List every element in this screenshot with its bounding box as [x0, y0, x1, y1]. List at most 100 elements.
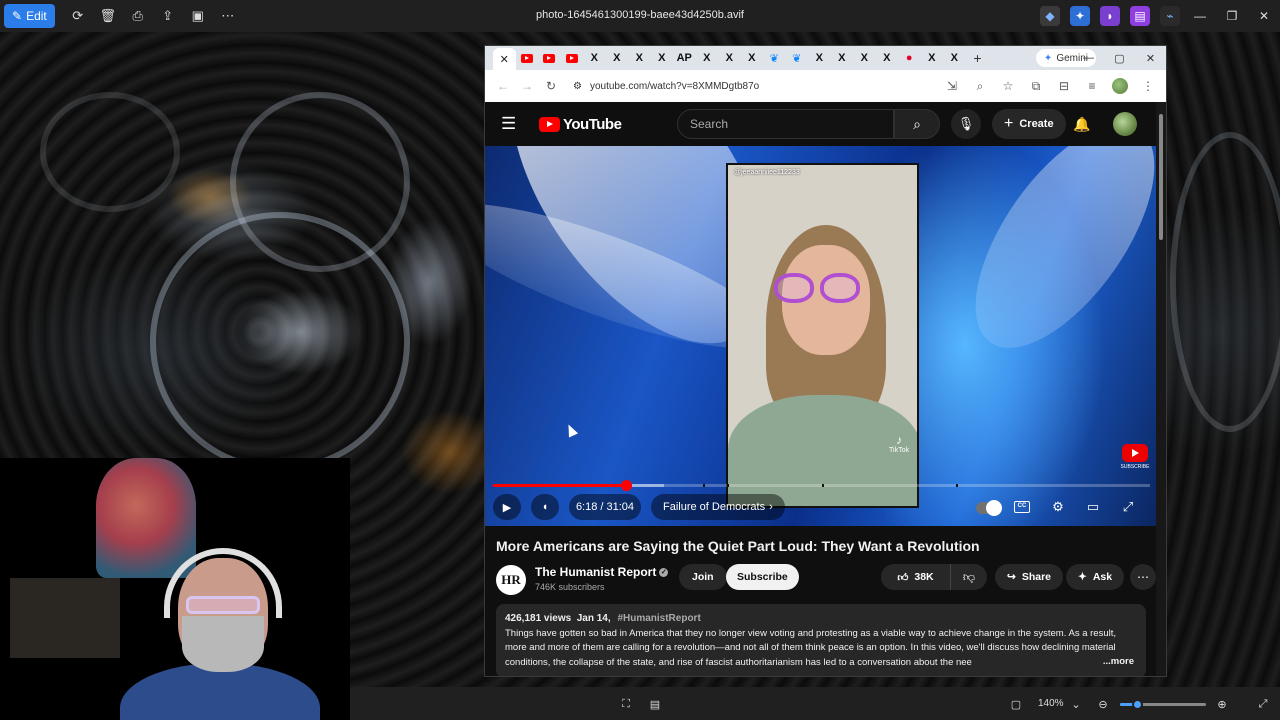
search-button[interactable]: ⌕	[894, 109, 940, 139]
youtube-logo[interactable]: YouTube	[539, 116, 622, 133]
print-icon[interactable]: ⎙	[123, 4, 153, 28]
install-icon[interactable]: ⇲	[940, 74, 964, 98]
theater-mode-button[interactable]: ▭	[1082, 496, 1104, 518]
extension-icon[interactable]: ▤	[1130, 6, 1150, 26]
voice-search-button[interactable]: 🎙	[951, 109, 981, 139]
back-icon[interactable]: ←	[491, 74, 515, 98]
profile-icon[interactable]	[1108, 74, 1132, 98]
youtube-page: ☰ YouTube ⌕ 🎙 + Create 🔔	[485, 102, 1158, 676]
reload-icon[interactable]: ↻	[539, 74, 563, 98]
tab-ap[interactable]: AP	[673, 48, 696, 68]
subtitles-button[interactable]: CC	[1011, 496, 1033, 518]
create-button[interactable]: + Create	[992, 109, 1066, 139]
minimize-icon[interactable]: —	[1184, 0, 1216, 32]
chevron-down-icon[interactable]: ⌄	[1068, 696, 1084, 712]
settings-button[interactable]: ⚙	[1047, 496, 1069, 518]
extension-icon[interactable]: ✦	[1070, 6, 1090, 26]
tab-x[interactable]: X	[741, 48, 764, 68]
filmstrip-icon[interactable]: ▤	[647, 696, 663, 712]
tab-x[interactable]: X	[943, 48, 966, 68]
forward-icon[interactable]: →	[515, 74, 539, 98]
extension-icon[interactable]: ◗	[1100, 6, 1120, 26]
maximize-icon[interactable]: ▢	[1104, 46, 1135, 70]
pinterest-icon: ●	[905, 52, 913, 64]
channel-name-link[interactable]: The Humanist Report ✓	[535, 565, 669, 579]
zoom-slider[interactable]	[1120, 699, 1206, 710]
crop-icon[interactable]: ⛶	[618, 696, 634, 712]
share-icon[interactable]: ⇪	[153, 4, 183, 28]
wifi-off-icon[interactable]: ⌁	[1160, 6, 1180, 26]
tab-x[interactable]: X	[876, 48, 899, 68]
rotate-icon[interactable]: ⟳	[63, 4, 93, 28]
tab-bluesky[interactable]: ❦	[786, 48, 809, 68]
tab-pinterest[interactable]: ●	[898, 48, 921, 68]
channel-avatar[interactable]: HR	[496, 565, 526, 595]
minimize-icon[interactable]: —	[1073, 46, 1104, 70]
description-box[interactable]: 426,181 views Jan 14, #HumanistReport Th…	[496, 604, 1146, 676]
notifications-button[interactable]: 🔔	[1068, 110, 1096, 138]
tab-x[interactable]: X	[606, 48, 629, 68]
zoom-icon[interactable]: ⌕	[968, 74, 992, 98]
split-view-icon[interactable]: ⊟	[1052, 74, 1076, 98]
play-button[interactable]: ▶	[493, 494, 521, 520]
maximize-icon[interactable]: ❐	[1216, 0, 1248, 32]
more-icon[interactable]: ⋯	[213, 4, 243, 28]
tab-x[interactable]: X	[718, 48, 741, 68]
extensions-icon[interactable]: ⧉	[1024, 74, 1048, 98]
slideshow-icon[interactable]: ▣	[183, 4, 213, 28]
delete-icon[interactable]: 🗑	[93, 4, 123, 28]
more-actions-button[interactable]: ⋯	[1130, 564, 1156, 590]
tab-bluesky[interactable]: ❦	[763, 48, 786, 68]
dislike-button[interactable]: 👎︎	[951, 570, 987, 585]
collections-icon[interactable]: ≡	[1080, 74, 1104, 98]
zoom-out-icon[interactable]: ⊖	[1095, 696, 1111, 712]
zoom-value[interactable]: 140%	[1038, 698, 1064, 709]
tab-x[interactable]: X	[831, 48, 854, 68]
new-tab-button[interactable]: +	[966, 50, 990, 66]
subscribe-button[interactable]: Subscribe	[726, 564, 799, 590]
subscribe-watermark[interactable]: SUBSCRIBE	[1121, 444, 1149, 470]
tab-x[interactable]: X	[808, 48, 831, 68]
scrubber-handle[interactable]	[620, 480, 632, 491]
close-icon[interactable]: ✕	[1248, 0, 1280, 32]
progress-bar[interactable]	[493, 480, 1150, 491]
like-button[interactable]: 👍︎ 38K	[881, 564, 951, 590]
page-scrollbar[interactable]	[1156, 102, 1166, 676]
hashtag-link[interactable]: #HumanistReport	[617, 613, 700, 624]
scrollbar-thumb[interactable]	[1159, 114, 1163, 240]
tab-close-icon[interactable]: ✕	[493, 48, 516, 70]
extension-icon[interactable]: ◆	[1040, 6, 1060, 26]
zoom-slider-handle[interactable]	[1132, 699, 1144, 710]
ask-button[interactable]: ✦ Ask	[1066, 564, 1125, 590]
expand-icon[interactable]: ⤢	[1255, 696, 1271, 712]
join-button[interactable]: Join	[679, 564, 727, 590]
browser-menu-icon[interactable]: ⋮	[1136, 74, 1160, 98]
tab-x[interactable]: X	[853, 48, 876, 68]
tab-x[interactable]: X	[921, 48, 944, 68]
video-player[interactable]: @jeeaanniiee112233 ♪ TikTok SUBSCRIBE ▶ …	[485, 146, 1158, 526]
show-more-button[interactable]: ...more	[1098, 655, 1134, 670]
autoplay-toggle[interactable]	[976, 500, 1002, 516]
tab-youtube[interactable]	[538, 48, 561, 68]
fit-to-window-icon[interactable]: ▢	[1008, 696, 1024, 712]
zoom-in-icon[interactable]: ⊕	[1214, 696, 1230, 712]
tab-x[interactable]: X	[628, 48, 651, 68]
tab-x[interactable]: X	[696, 48, 719, 68]
mute-button[interactable]: ◖	[531, 494, 559, 520]
tab-youtube[interactable]	[516, 48, 539, 68]
search-input[interactable]	[690, 117, 880, 131]
fullscreen-button[interactable]: ⤢	[1117, 496, 1139, 518]
subscriber-count: 746K subscribers	[535, 582, 605, 592]
site-info-icon[interactable]: ⚙	[573, 81, 582, 92]
like-dislike-group: 👍︎ 38K 👎︎	[881, 564, 987, 590]
edit-button[interactable]: ✎ Edit	[4, 4, 55, 28]
tab-x[interactable]: X	[651, 48, 674, 68]
tab-x[interactable]: X	[583, 48, 606, 68]
share-button[interactable]: ↪ Share	[995, 564, 1063, 590]
account-avatar[interactable]	[1113, 112, 1137, 136]
tab-youtube[interactable]	[561, 48, 584, 68]
chapter-button[interactable]: Failure of Democrats ›	[651, 494, 785, 520]
bookmark-star-icon[interactable]: ☆	[996, 74, 1020, 98]
guide-menu-icon[interactable]: ☰	[501, 114, 521, 134]
close-icon[interactable]: ✕	[1135, 46, 1166, 70]
